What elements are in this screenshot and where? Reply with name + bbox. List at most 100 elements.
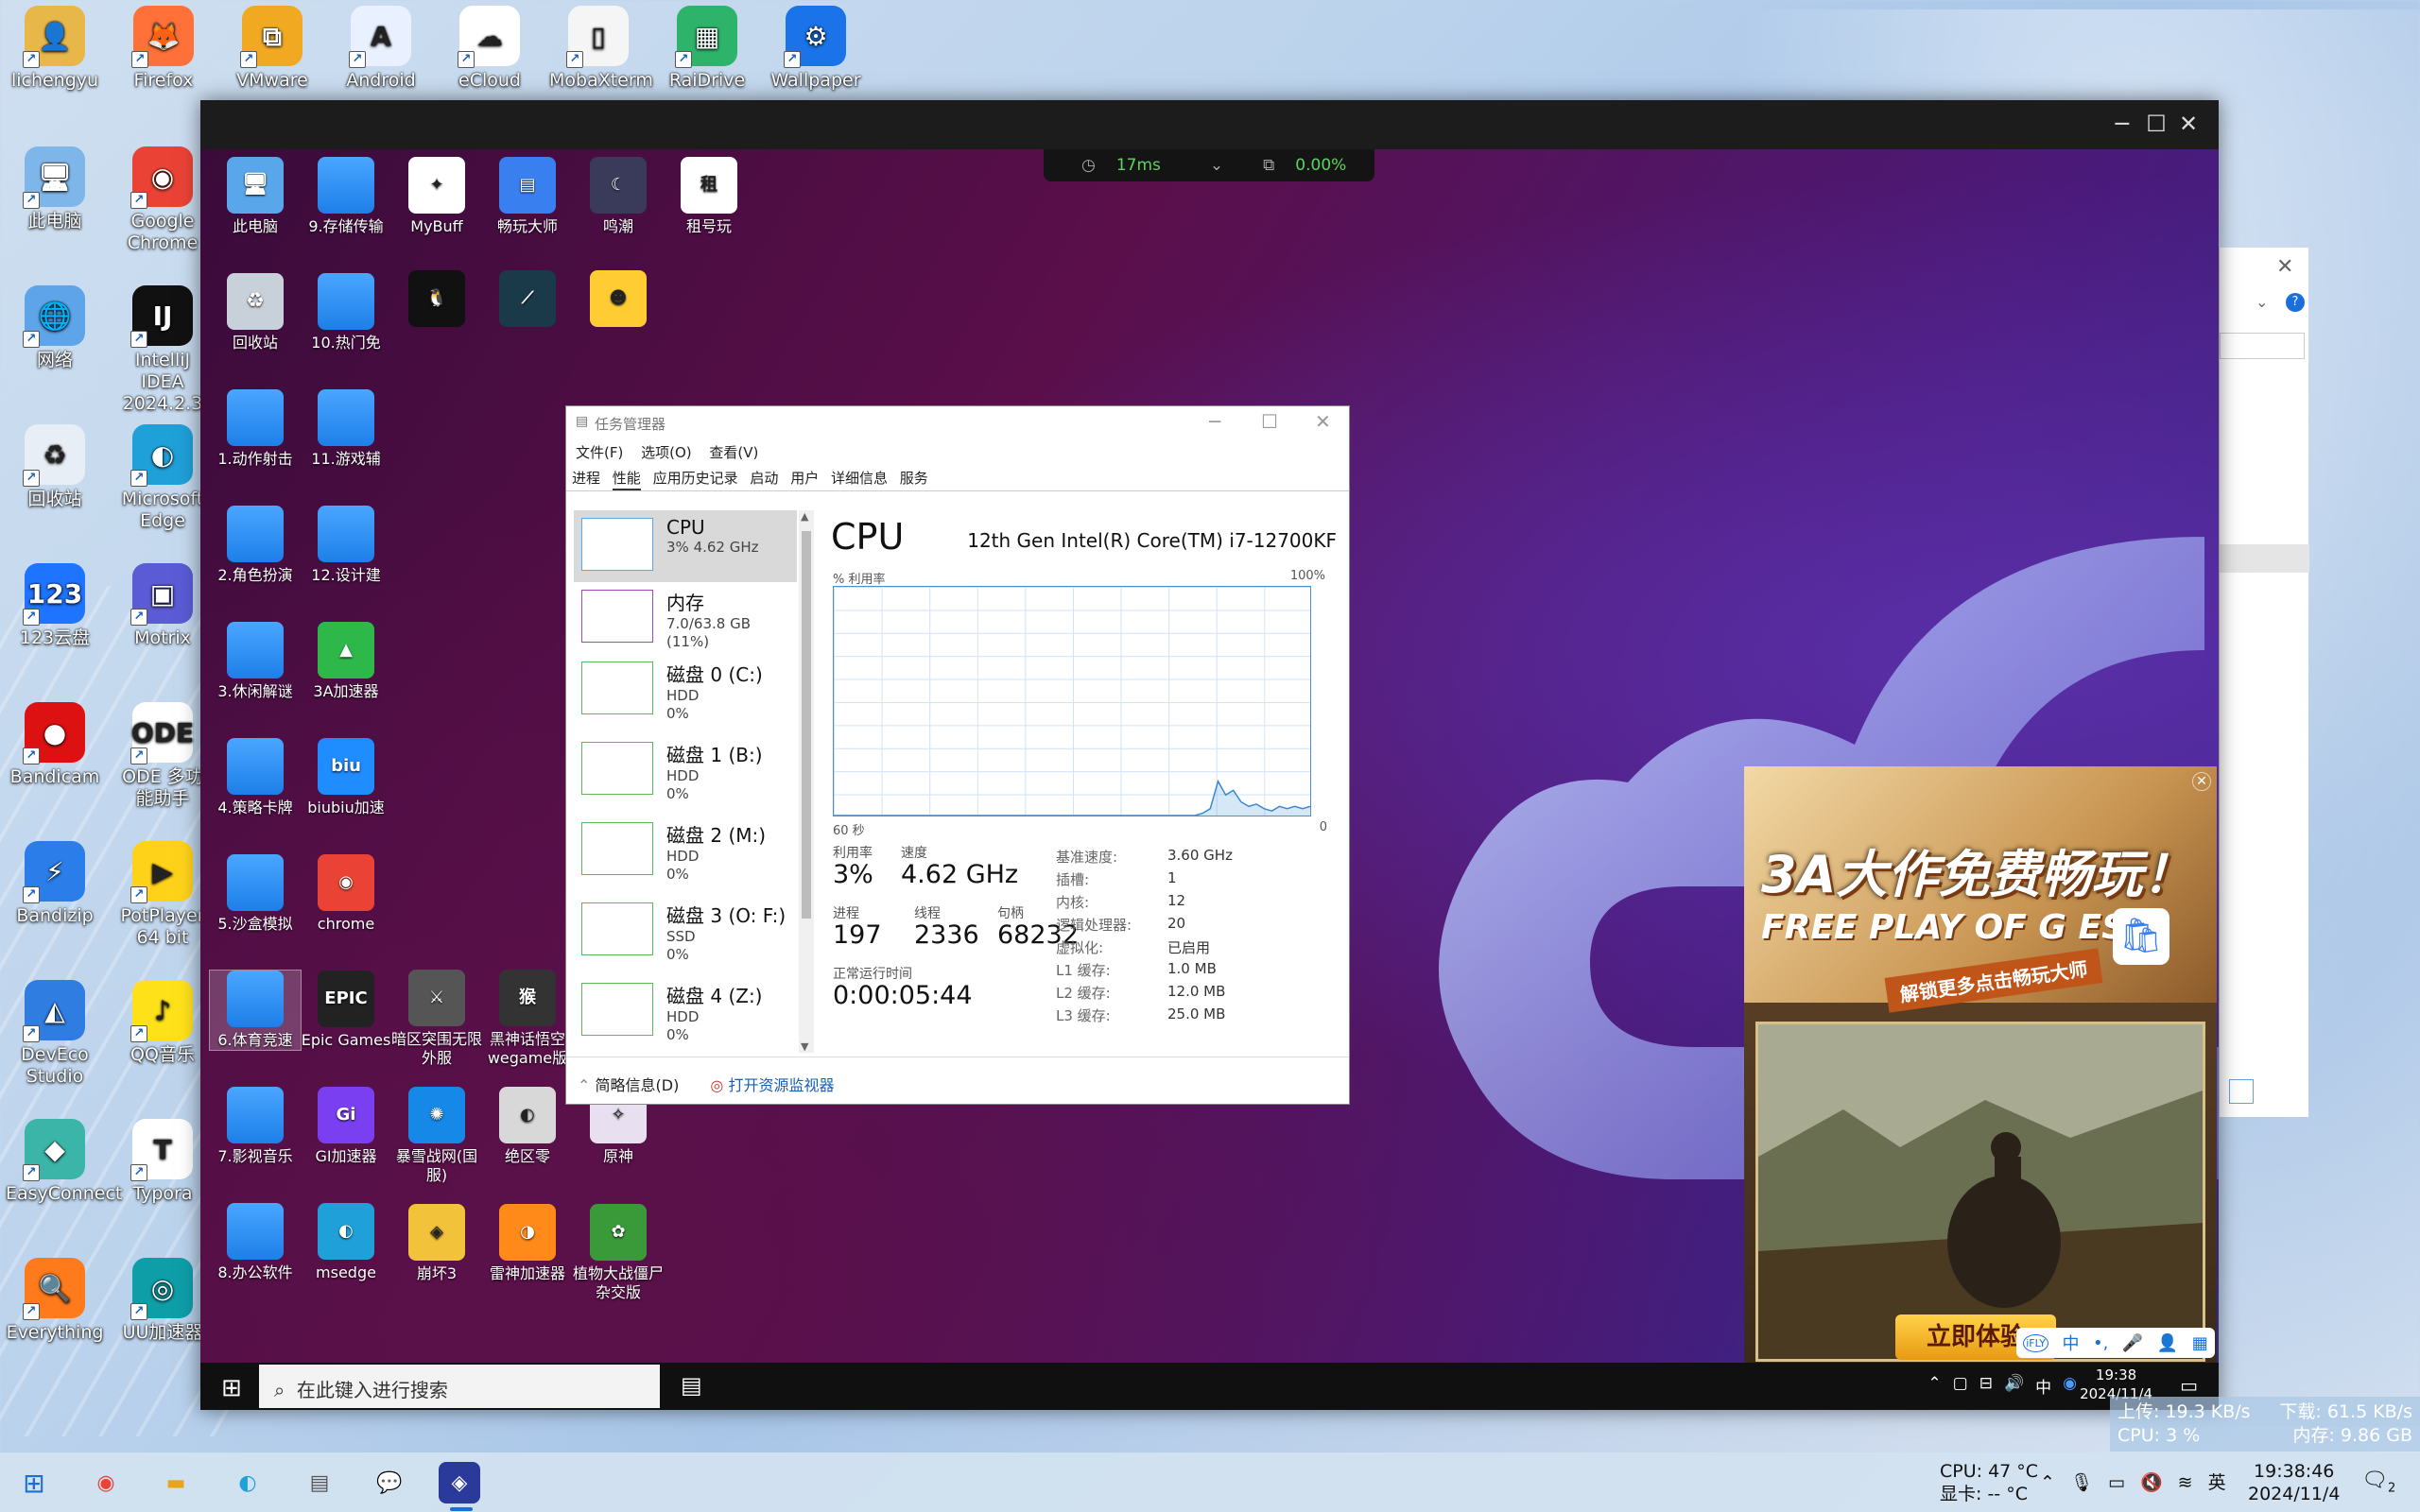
- ifly-logo-icon[interactable]: iFLY: [2023, 1333, 2049, 1352]
- input-language[interactable]: 英: [2208, 1471, 2226, 1494]
- resource-item-3[interactable]: 磁盘 1 (B:) HDD 0%: [574, 734, 797, 815]
- minimize-icon[interactable]: ─: [1209, 410, 1220, 433]
- search-box[interactable]: [2220, 333, 2305, 359]
- user-icon[interactable]: 👤: [2157, 1333, 2178, 1353]
- tab-startup[interactable]: 启动: [750, 468, 778, 489]
- desktop-icon[interactable]: 7.影视音乐: [210, 1087, 301, 1166]
- menu-file[interactable]: 文件(F): [576, 444, 623, 461]
- desktop-icon[interactable]: 3.休闲解谜: [210, 622, 301, 701]
- desktop-icon[interactable]: ◉ ↗ Google Chrome: [113, 146, 212, 254]
- grid-icon[interactable]: ▦: [2192, 1333, 2208, 1353]
- desktop-icon[interactable]: ☻: [573, 270, 664, 331]
- desktop-icon[interactable]: ◭ ↗ DevEco Studio: [6, 980, 104, 1088]
- desktop-icon[interactable]: 6.体育竞速: [209, 970, 302, 1051]
- battery-icon[interactable]: ▭: [2108, 1471, 2125, 1494]
- ime-icon[interactable]: ◉: [2063, 1374, 2077, 1398]
- desktop-icon[interactable]: 🔍 ↗ Everything: [6, 1258, 104, 1344]
- desktop-icon[interactable]: ◐ msedge: [301, 1203, 391, 1282]
- wifi-icon[interactable]: ≋: [2178, 1471, 2193, 1494]
- desktop-icon[interactable]: 🐧: [391, 270, 482, 331]
- ime-punctuation[interactable]: •,: [2093, 1333, 2108, 1353]
- resource-item-6[interactable]: 磁盘 4 (Z:) HDD 0%: [574, 975, 797, 1053]
- tab-users[interactable]: 用户: [790, 468, 819, 489]
- close-icon[interactable]: ✕: [1315, 410, 1331, 433]
- vm-window[interactable]: ─ ☐ ✕ 🖥 此电脑 ♻ 回收站 1.动作射击 2.角色扮演 3.休闲解谜 4.策略卡牌 5.…: [200, 100, 2219, 1410]
- remote-desktop-taskbar-icon[interactable]: ◈: [439, 1462, 480, 1503]
- taskbar-search-box[interactable]: ⌕ 在此键入进行搜索: [259, 1365, 660, 1408]
- resource-item-2[interactable]: 磁盘 0 (C:) HDD 0%: [574, 654, 797, 734]
- scroll-thumb[interactable]: [802, 531, 811, 919]
- desktop-icon[interactable]: ⚡ ↗ Bandizip: [6, 841, 104, 927]
- desktop-icon[interactable]: ✺ 暴雪战网(国服): [391, 1087, 482, 1185]
- volume-icon[interactable]: 🔇: [2140, 1471, 2163, 1494]
- desktop-icon[interactable]: ✦ MyBuff: [391, 157, 482, 236]
- desktop-icon[interactable]: ◉ chrome: [301, 854, 391, 934]
- desktop-icon[interactable]: 🖥 此电脑: [210, 157, 301, 236]
- wechat-taskbar-icon[interactable]: 💬: [369, 1462, 410, 1503]
- desktop-icon[interactable]: EPIC Epic Games: [301, 971, 391, 1050]
- microphone-icon[interactable]: 🎙: [2070, 1471, 2093, 1494]
- desktop-icon[interactable]: 8.办公软件: [210, 1203, 301, 1282]
- resource-monitor-link[interactable]: ◎ 打开资源监视器: [710, 1076, 834, 1094]
- desktop-icon[interactable]: biu biubiu加速: [301, 738, 391, 817]
- chevron-down-icon[interactable]: ⌄: [2256, 293, 2268, 311]
- task-manager-taskbar-icon[interactable]: ▤: [299, 1462, 340, 1503]
- minimize-icon[interactable]: ─: [2110, 112, 2135, 136]
- chevron-down-icon[interactable]: ⌄: [1210, 156, 1223, 175]
- host-clock[interactable]: 19:38:46 2024/11/4: [2248, 1460, 2340, 1505]
- ime-toolbar[interactable]: iFLY 中 •, 🎤 👤 ▦: [2016, 1328, 2215, 1358]
- desktop-icon[interactable]: ◑ 雷神加速器: [482, 1204, 573, 1283]
- tray-overflow-icon[interactable]: ⌃: [2040, 1471, 2055, 1494]
- volume-icon[interactable]: 🔊: [2004, 1374, 2024, 1398]
- desktop-icon[interactable]: ▣ ↗ Motrix: [113, 563, 212, 649]
- resource-item-0[interactable]: CPU 3% 4.62 GHz: [574, 510, 797, 582]
- desktop-icon[interactable]: 11.游戏辅: [301, 389, 391, 469]
- menu-view[interactable]: 查看(V): [709, 444, 758, 461]
- desktop-icon[interactable]: ☁ ↗ eCloud: [441, 6, 539, 92]
- edge-taskbar-icon[interactable]: ◐: [227, 1462, 268, 1503]
- desktop-icon[interactable]: ▲ 3A加速器: [301, 622, 391, 701]
- task-manager-taskbar-icon[interactable]: ▤: [681, 1372, 702, 1399]
- network-monitor-widget[interactable]: 上传: 19.3 KB/s 下载: 61.5 KB/s CPU: 3 % 内存:…: [2110, 1397, 2420, 1452]
- ime-chinese-mode[interactable]: 中: [2063, 1331, 2080, 1355]
- desktop-icon[interactable]: ODE ↗ ODE 多功能助手: [113, 702, 212, 810]
- maximize-icon[interactable]: ☐: [2144, 112, 2169, 136]
- resource-item-1[interactable]: 内存 7.0/63.8 GB (11%): [574, 582, 797, 654]
- desktop-icon[interactable]: ● ↗ Bandicam: [6, 702, 104, 788]
- desktop-icon[interactable]: 9.存储传输: [301, 157, 391, 236]
- desktop-icon[interactable]: 1.动作射击: [210, 389, 301, 469]
- close-icon[interactable]: ✕: [2192, 772, 2211, 791]
- promo-popup[interactable]: 3A大作免费畅玩！ FREE PLAY OF G ES 解锁更多点击畅玩大师 🛍…: [1744, 766, 2217, 1372]
- streaming-stats-bar[interactable]: ◷ 17ms ⌄ ⧉ 0.00%: [1044, 149, 1374, 181]
- close-icon[interactable]: ✕: [2276, 255, 2293, 279]
- desktop-icon[interactable]: ♻ 回收站: [210, 273, 301, 352]
- desktop-icon[interactable]: ◐ ↗ Microsoft Edge: [113, 424, 212, 532]
- desktop-icon[interactable]: 🖥 ↗ 此电脑: [6, 146, 104, 232]
- desktop-icon[interactable]: ▦ ↗ RaiDrive: [658, 6, 756, 92]
- desktop-icon[interactable]: 12.设计建: [301, 506, 391, 585]
- menu-options[interactable]: 选项(O): [641, 444, 692, 461]
- input-language[interactable]: 中: [2035, 1374, 2051, 1398]
- desktop-icon[interactable]: 👤 ↗ lichengyu: [6, 6, 104, 92]
- desktop-icon[interactable]: ⧉ ↗ VMware: [223, 6, 321, 92]
- desktop-icon[interactable]: ◎ ↗ UU加速器: [113, 1258, 212, 1344]
- tab-performance[interactable]: 性能: [612, 468, 641, 490]
- resource-list-scrollbar[interactable]: ▲ ▼: [799, 510, 814, 1053]
- desktop-icon[interactable]: 猴黑神话悟空 wegame版: [482, 970, 573, 1068]
- tab-details[interactable]: 详细信息: [831, 468, 888, 489]
- microphone-icon[interactable]: 🎤: [2122, 1333, 2143, 1353]
- tab-processes[interactable]: 进程: [572, 468, 600, 489]
- chevron-up-icon[interactable]: ⌃: [578, 1076, 590, 1094]
- help-icon[interactable]: ?: [2286, 293, 2305, 312]
- desktop-icon[interactable]: 4.策略卡牌: [210, 738, 301, 817]
- desktop-icon[interactable]: ⟋: [482, 270, 573, 331]
- desktop-icon[interactable]: ▯ ↗ MobaXterm: [549, 6, 653, 92]
- desktop-icon[interactable]: ♻ ↗ 回收站: [6, 424, 104, 510]
- desktop-icon[interactable]: IJ ↗ IntelliJ IDEA 2024.2.3: [113, 285, 212, 415]
- notification-center-icon[interactable]: 🗨2: [2361, 1469, 2395, 1500]
- desktop-icon[interactable]: 123 ↗ 123云盘: [6, 563, 104, 649]
- desktop-icon[interactable]: 🌐 ↗ 网络: [6, 285, 104, 371]
- brief-info-button[interactable]: 简略信息(D): [596, 1076, 680, 1094]
- desktop-icon[interactable]: A ↗ Android: [332, 6, 430, 92]
- tray-app-icon[interactable]: ▢: [1953, 1374, 1968, 1398]
